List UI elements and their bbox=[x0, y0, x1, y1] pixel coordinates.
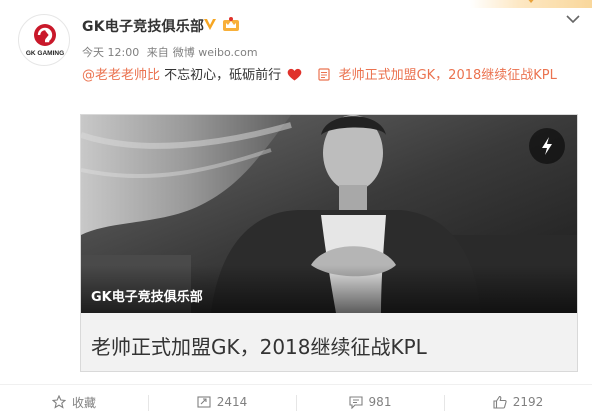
article-link[interactable]: 老帅正式加盟GK，2018继续征战KPL bbox=[339, 68, 557, 83]
chevron-down-icon[interactable] bbox=[564, 12, 582, 26]
avatar[interactable]: GK GAMING bbox=[18, 14, 70, 66]
lightning-icon bbox=[542, 137, 552, 155]
like-button[interactable]: 2192 bbox=[444, 385, 592, 418]
post-source-prefix: 来自 bbox=[146, 46, 169, 59]
top-heart-icon: ♥ bbox=[527, 0, 536, 6]
comment-button[interactable]: 981 bbox=[296, 385, 444, 418]
favorite-label: 收藏 bbox=[71, 395, 96, 410]
post-meta: 今天 12:00 来自 微博 weibo.com bbox=[82, 44, 262, 60]
star-icon bbox=[51, 395, 66, 409]
vip-crown-icon[interactable] bbox=[222, 16, 240, 32]
article-card[interactable]: GK电子竞技俱乐部 老帅正式加盟GK，2018继续征战KPL bbox=[80, 114, 578, 372]
post-time[interactable]: 今天 12:00 bbox=[82, 46, 139, 59]
mention-link[interactable]: @老老老帅比 bbox=[82, 68, 160, 83]
comment-icon bbox=[348, 396, 363, 409]
card-caption: 老帅正式加盟GK，2018继续征战KPL bbox=[81, 313, 577, 371]
post-body-text: 不忘初心，砥砺前行 bbox=[160, 68, 282, 83]
action-bar: 收藏 2414 981 2192 bbox=[0, 384, 592, 418]
comment-count: 981 bbox=[368, 395, 392, 409]
repost-icon bbox=[197, 396, 211, 408]
thumbs-up-icon bbox=[493, 395, 507, 409]
card-caption-text: 老帅正式加盟GK，2018继续征战KPL bbox=[91, 335, 427, 359]
favorite-button[interactable]: 收藏 bbox=[0, 385, 148, 418]
card-overlay-title: GK电子竞技俱乐部 bbox=[91, 290, 203, 305]
username[interactable]: GK电子竞技俱乐部 bbox=[82, 16, 204, 36]
repost-button[interactable]: 2414 bbox=[148, 385, 296, 418]
post-text: @老老老帅比 不忘初心，砥砺前行 老帅正式加盟GK，2018继续征战KPL bbox=[82, 64, 557, 83]
lightning-button[interactable] bbox=[529, 128, 565, 164]
verified-icon bbox=[204, 19, 216, 30]
like-count: 2192 bbox=[512, 395, 544, 409]
heart-icon bbox=[287, 68, 302, 81]
article-photo bbox=[81, 115, 577, 313]
repost-count: 2414 bbox=[216, 395, 248, 409]
post-source[interactable]: 微博 weibo.com bbox=[173, 46, 258, 59]
avatar-logo-text: GK GAMING bbox=[26, 50, 64, 57]
link-icon bbox=[318, 68, 331, 81]
